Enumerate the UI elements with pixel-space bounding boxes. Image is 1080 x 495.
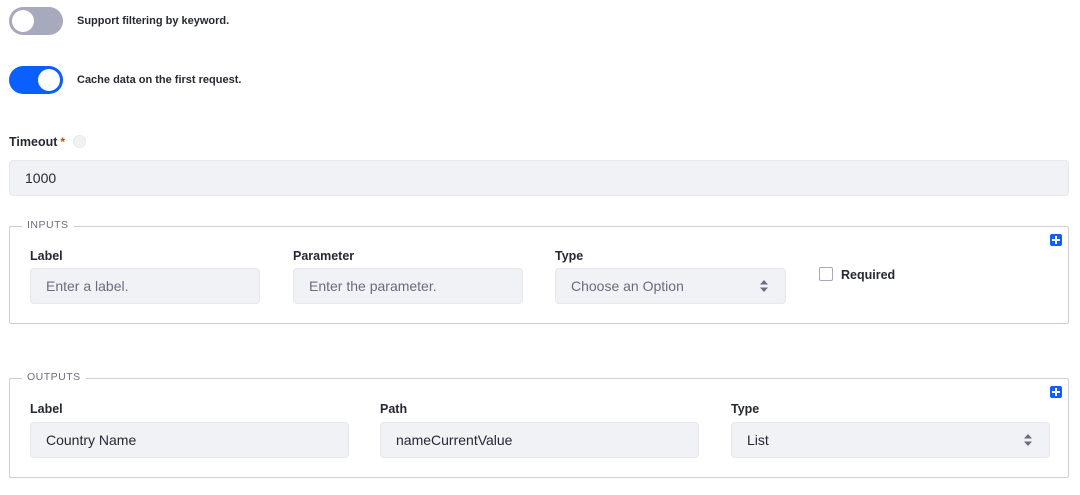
outputs-path-input[interactable]: nameCurrentValue [380,422,699,458]
inputs-parameter-column-label: Parameter [293,249,355,263]
switch-knob [12,10,34,32]
required-checkbox[interactable] [819,267,833,281]
cache-data-toggle-row: Cache data on the first request. [9,66,241,94]
question-circle-icon[interactable] [73,135,87,149]
timeout-label-row: Timeout * [9,133,87,151]
outputs-label-input[interactable]: Country Name [30,422,349,458]
cache-data-switch[interactable] [9,66,63,94]
inputs-label-input[interactable]: Enter a label. [30,268,260,304]
caret-double-icon [1024,434,1032,446]
inputs-parameter-placeholder: Enter the parameter. [309,278,437,294]
inputs-type-value: Choose an Option [571,278,684,294]
outputs-type-value: List [747,432,769,448]
required-star: * [60,135,66,149]
required-label: Required [841,268,896,282]
inputs-legend: INPUTS [22,219,74,231]
inputs-label-placeholder: Enter a label. [46,278,129,294]
caret-double-icon [760,280,768,292]
timeout-input[interactable]: 1000 [9,160,1069,196]
outputs-label-value: Country Name [46,432,137,448]
plus-square-icon[interactable] [1050,386,1062,398]
timeout-value: 1000 [25,170,57,186]
keyword-filter-label: Support filtering by keyword. [77,15,230,27]
plus-square-icon[interactable] [1050,234,1062,246]
switch-knob [38,69,60,91]
timeout-label: Timeout [9,135,58,149]
inputs-label-column-label: Label [30,249,63,263]
outputs-legend: OUTPUTS [22,371,86,383]
outputs-type-column-label: Type [731,402,760,416]
inputs-fieldset: INPUTS Label Enter a label. Parameter En… [9,219,1069,324]
keyword-filter-toggle-row: Support filtering by keyword. [9,7,229,35]
inputs-parameter-input[interactable]: Enter the parameter. [293,268,523,304]
outputs-label-column-label: Label [30,402,63,416]
outputs-path-value: nameCurrentValue [396,432,513,448]
inputs-type-select[interactable]: Choose an Option [555,268,786,304]
keyword-filter-switch[interactable] [9,7,63,35]
inputs-type-column-label: Type [555,249,584,263]
cache-data-label: Cache data on the first request. [77,74,242,86]
outputs-type-select[interactable]: List [731,422,1050,458]
outputs-fieldset: OUTPUTS Label Country Name Path nameCurr… [9,371,1069,478]
outputs-path-column-label: Path [380,402,408,416]
